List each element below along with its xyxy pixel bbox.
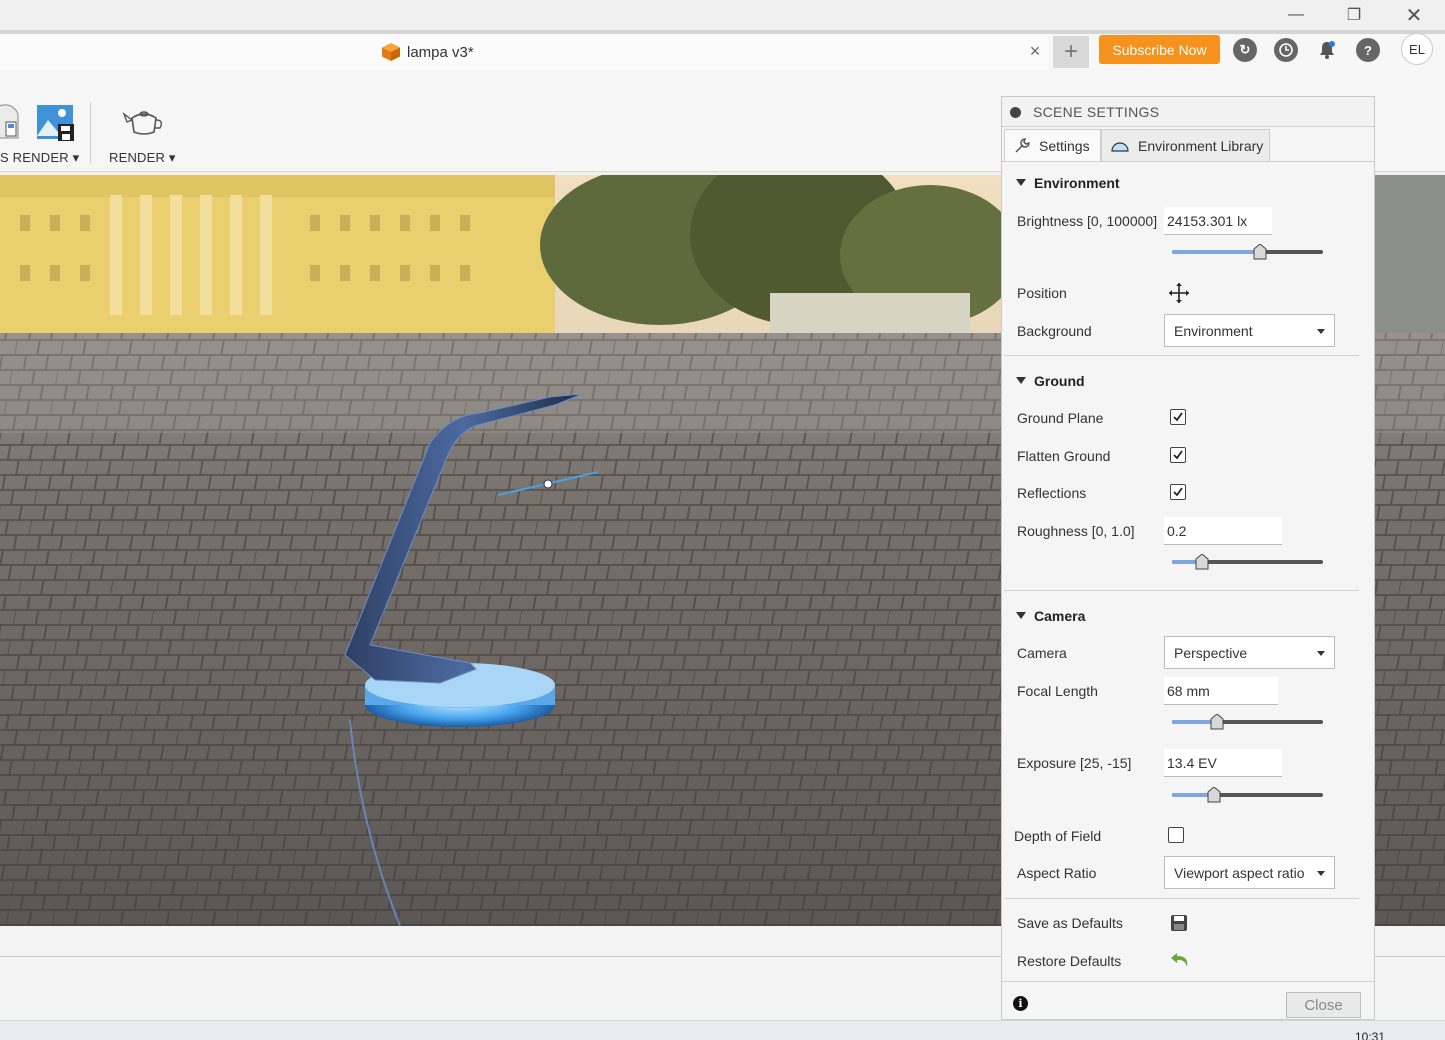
sync-icon[interactable]: ↻ — [1233, 38, 1257, 62]
camera-heading: Camera — [1034, 608, 1086, 624]
collapse-icon[interactable] — [1010, 107, 1021, 118]
save-defaults-label: Save as Defaults — [1017, 915, 1123, 931]
checkmark-icon — [1173, 487, 1183, 497]
subscribe-button[interactable]: Subscribe Now — [1099, 35, 1220, 64]
window-close-button[interactable]: ✕ — [1391, 0, 1437, 30]
clock-time: 10:31 — [1355, 1030, 1386, 1040]
flatten-ground-label: Flatten Ground — [1017, 448, 1111, 464]
tab-environment-label: Environment Library — [1138, 137, 1264, 154]
teapot-icon[interactable] — [122, 106, 166, 136]
expand-triangle-icon — [1016, 377, 1026, 384]
focal-length-slider-knob[interactable] — [1210, 714, 1224, 730]
roughness-slider[interactable] — [1172, 554, 1323, 570]
camera-label: Camera — [1017, 645, 1067, 661]
checkmark-icon — [1173, 412, 1183, 422]
help-icon[interactable]: ? — [1356, 38, 1380, 62]
section-divider — [1004, 355, 1359, 356]
exposure-label: Exposure [25, -15] — [1017, 755, 1132, 771]
minimize-icon: — — [1288, 6, 1304, 23]
roughness-label: Roughness [0, 1.0] — [1017, 523, 1135, 539]
dropdown-arrow-icon — [1317, 871, 1325, 876]
document-tab[interactable]: lampa v3* — [0, 34, 1048, 70]
aspect-ratio-select[interactable]: Viewport aspect ratio — [1164, 856, 1335, 889]
exposure-slider[interactable] — [1172, 787, 1323, 803]
ground-heading: Ground — [1034, 373, 1085, 389]
roughness-input[interactable]: 0.2 — [1164, 517, 1282, 545]
focal-length-input[interactable]: 68 mm — [1164, 677, 1278, 705]
focal-length-label: Focal Length — [1017, 683, 1098, 699]
environment-heading: Environment — [1034, 175, 1120, 191]
aspect-ratio-select-value: Viewport aspect ratio — [1174, 865, 1305, 881]
close-button[interactable]: Close — [1286, 992, 1361, 1018]
tab-settings[interactable]: Settings — [1004, 129, 1101, 161]
restore-button[interactable]: ❐ — [1331, 0, 1377, 30]
roughness-slider-knob[interactable] — [1195, 554, 1209, 570]
tab-close-button[interactable]: × — [1025, 41, 1045, 62]
dropdown-arrow-icon — [1317, 329, 1325, 334]
brightness-label: Brightness [0, 100000] — [1017, 213, 1158, 229]
bell-icon[interactable] — [1315, 38, 1339, 62]
camera-select-value: Perspective — [1174, 645, 1248, 661]
background-select-value: Environment — [1174, 323, 1253, 339]
in-canvas-render-label[interactable]: S RENDER ▾ — [0, 150, 79, 166]
section-divider — [1002, 981, 1374, 982]
reflections-label: Reflections — [1017, 485, 1087, 501]
brightness-slider-knob[interactable] — [1253, 244, 1267, 260]
checkmark-icon — [1173, 450, 1183, 460]
expand-triangle-icon — [1016, 179, 1026, 186]
document-title: lampa v3* — [407, 44, 474, 61]
restore-icon: ❐ — [1346, 7, 1362, 24]
restore-defaults-label: Restore Defaults — [1017, 953, 1122, 969]
depth-of-field-label: Depth of Field — [1014, 828, 1102, 844]
undo-icon[interactable] — [1169, 950, 1191, 970]
minimize-button[interactable]: — — [1273, 0, 1319, 30]
focal-length-slider[interactable] — [1172, 714, 1323, 730]
background-label: Background — [1017, 323, 1092, 339]
position-label: Position — [1017, 285, 1067, 301]
exposure-slider-knob[interactable] — [1207, 787, 1221, 803]
render-image-icon[interactable] — [36, 104, 76, 142]
user-avatar[interactable]: EL — [1401, 33, 1433, 65]
panel-title: SCENE SETTINGS — [1033, 104, 1160, 120]
environment-section-header[interactable]: Environment — [1016, 175, 1120, 191]
depth-of-field-checkbox[interactable] — [1168, 827, 1184, 843]
new-tab-button[interactable]: + — [1053, 36, 1089, 68]
ground-plane-checkbox[interactable] — [1170, 409, 1186, 425]
move-icon[interactable] — [1168, 282, 1190, 304]
plus-icon: + — [1063, 38, 1078, 65]
render-settings-icon[interactable] — [0, 104, 24, 144]
scene-settings-panel: SCENE SETTINGS Settings Environment Libr… — [1001, 96, 1375, 1020]
panel-header: SCENE SETTINGS — [1002, 97, 1374, 127]
window-titlebar: — ❐ ✕ — [0, 0, 1445, 30]
toolbar-separator — [90, 102, 91, 164]
exposure-input[interactable]: 13.4 EV — [1164, 749, 1282, 777]
section-divider — [1004, 590, 1359, 591]
clock-icon[interactable] — [1274, 38, 1298, 62]
save-icon[interactable] — [1170, 914, 1188, 932]
tab-settings-label: Settings — [1039, 137, 1090, 154]
tab-environment-library[interactable]: Environment Library — [1101, 129, 1270, 161]
background-select[interactable]: Environment — [1164, 314, 1335, 347]
render-menu-label[interactable]: RENDER ▾ — [109, 150, 176, 166]
ground-section-header[interactable]: Ground — [1016, 373, 1085, 389]
brightness-slider-fill — [1172, 250, 1260, 254]
reflections-checkbox[interactable] — [1170, 484, 1186, 500]
camera-select[interactable]: Perspective — [1164, 636, 1335, 669]
close-icon: ✕ — [1405, 4, 1423, 27]
info-icon[interactable]: i — [1013, 996, 1028, 1011]
expand-triangle-icon — [1016, 612, 1026, 619]
cube-icon — [382, 43, 400, 61]
section-divider — [1004, 898, 1359, 899]
brightness-input[interactable]: 24153.301 lx — [1164, 207, 1272, 235]
os-taskbar: 10:31 — [0, 1020, 1445, 1040]
environment-icon — [1111, 141, 1129, 152]
wrench-icon — [1015, 137, 1030, 153]
dropdown-arrow-icon — [1317, 651, 1325, 656]
aspect-ratio-label: Aspect Ratio — [1017, 865, 1097, 881]
ground-plane-label: Ground Plane — [1017, 410, 1104, 426]
camera-section-header[interactable]: Camera — [1016, 608, 1085, 624]
tab-divider — [1002, 161, 1374, 162]
flatten-ground-checkbox[interactable] — [1170, 447, 1186, 463]
brightness-slider[interactable] — [1172, 244, 1323, 260]
